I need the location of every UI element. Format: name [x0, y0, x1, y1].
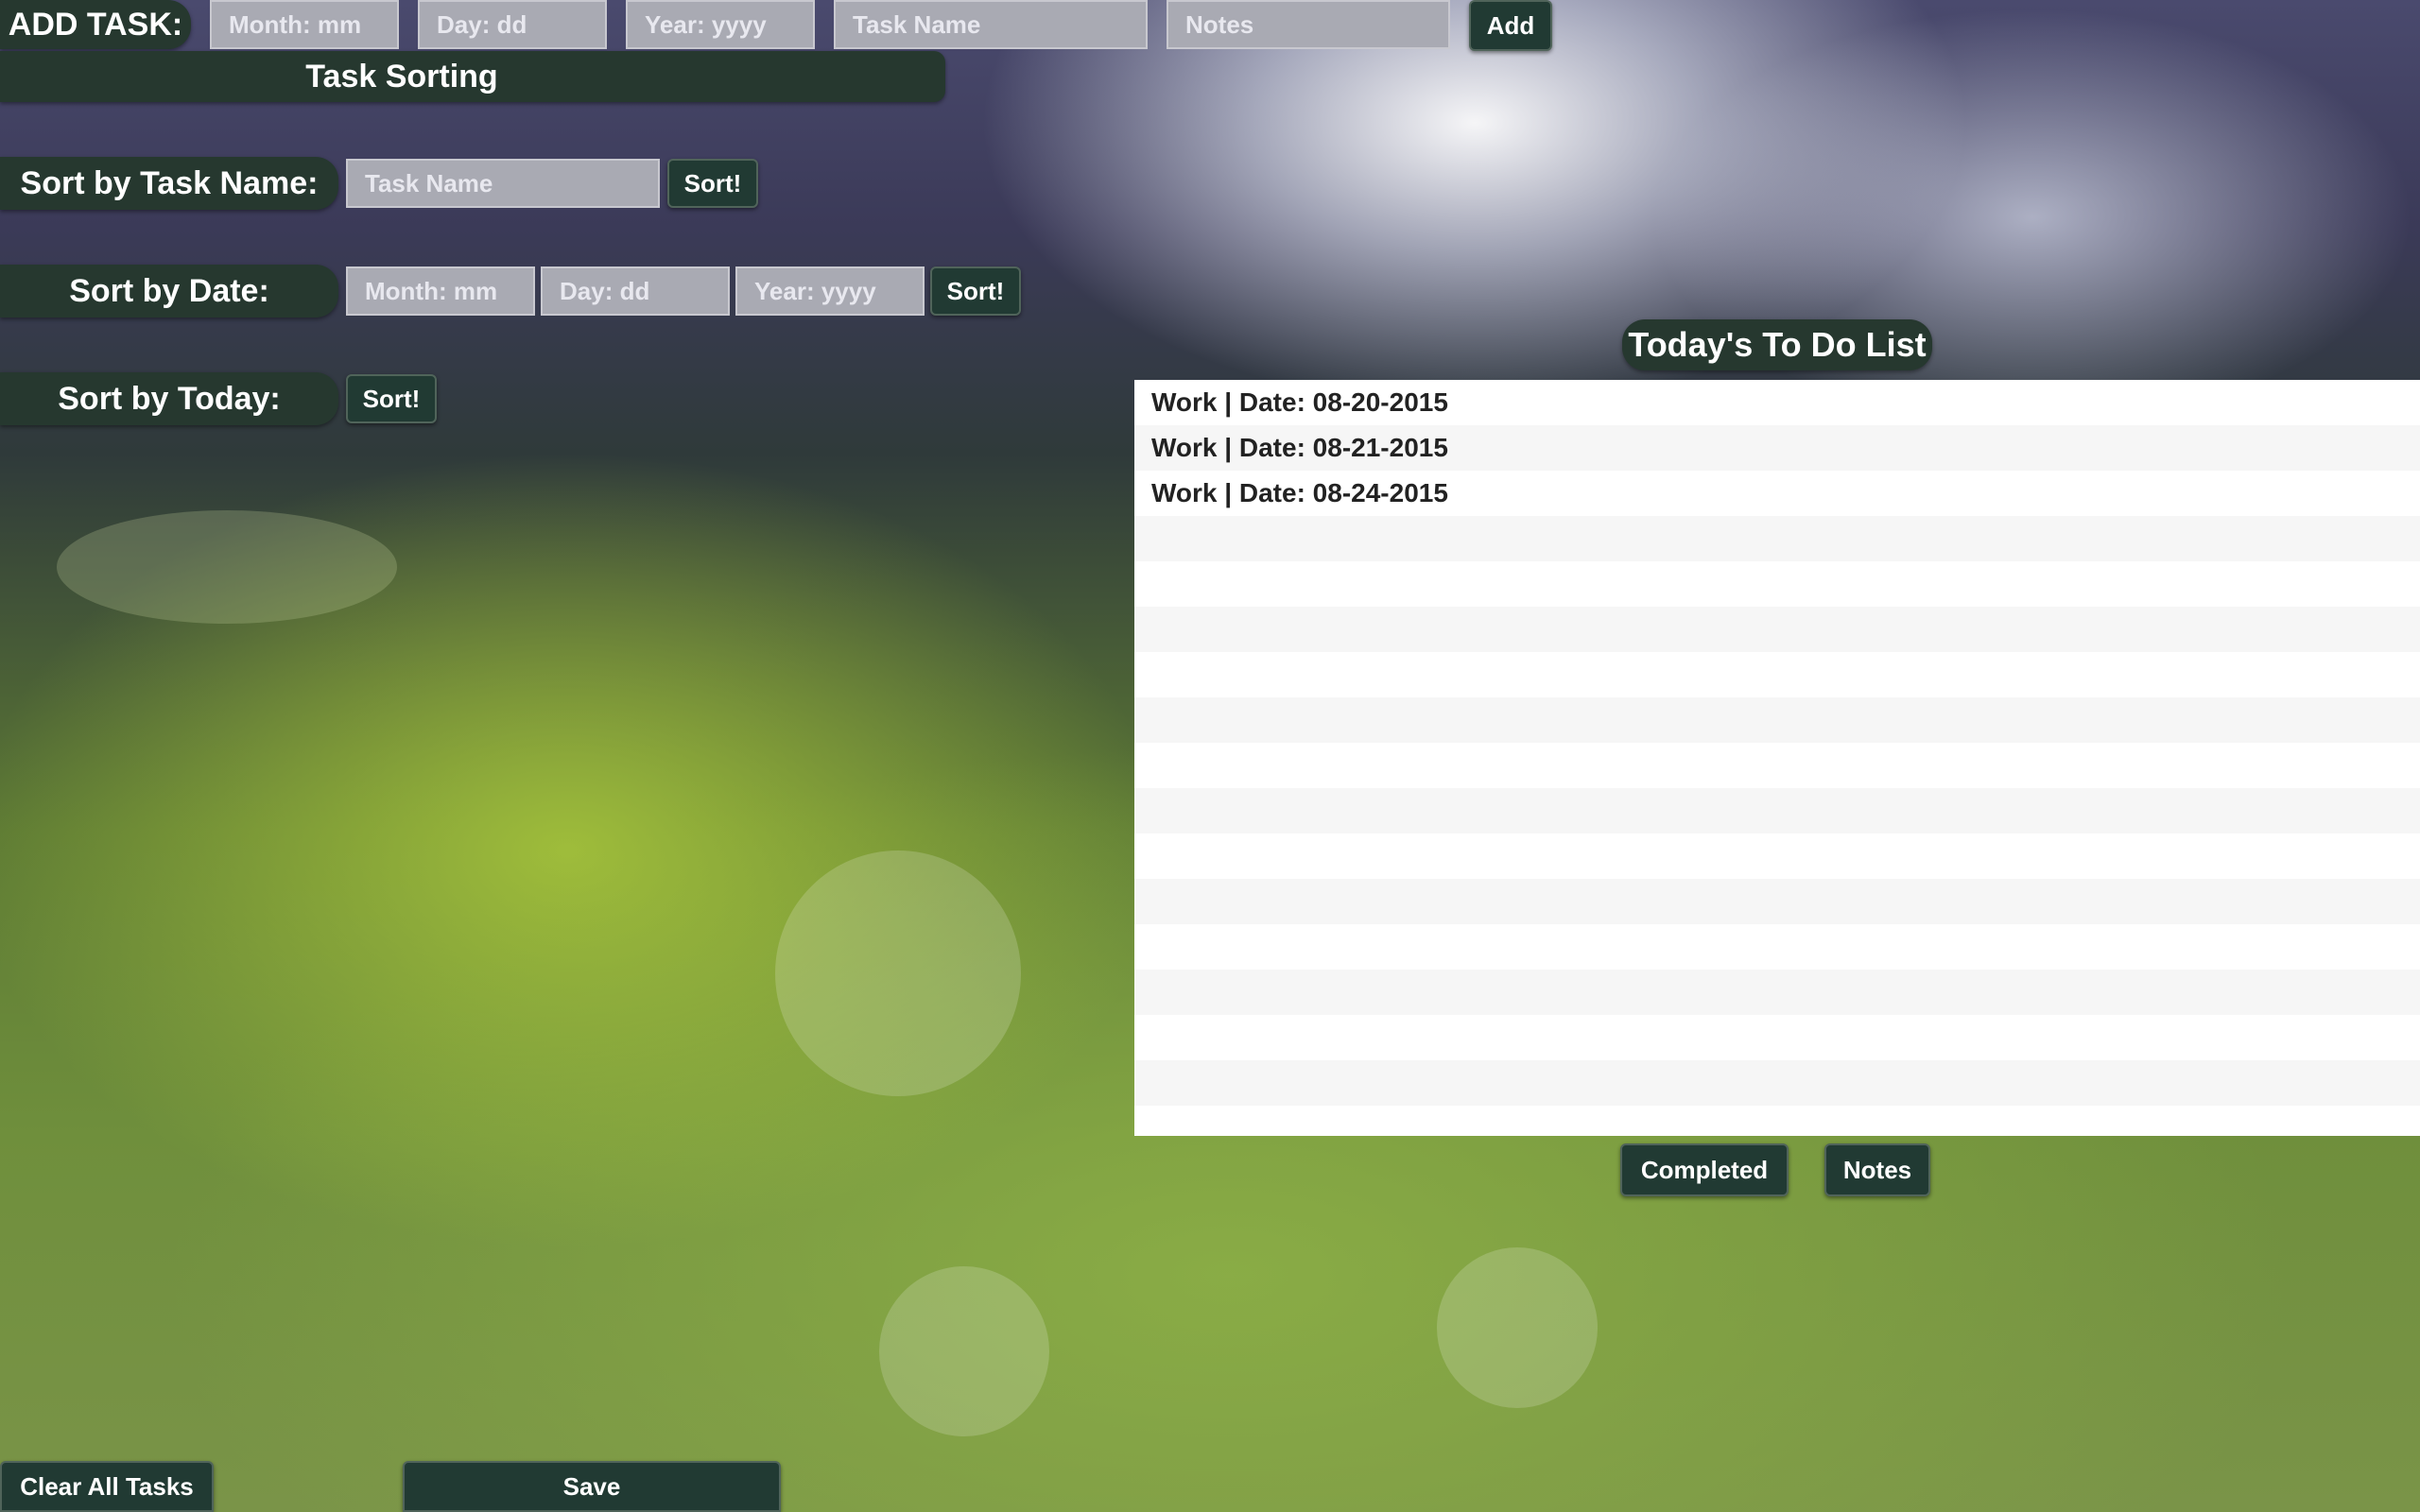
add-day-input[interactable]	[418, 0, 607, 49]
sort-task-name-input[interactable]	[346, 159, 660, 208]
sort-year-input[interactable]	[735, 266, 925, 316]
list-item[interactable]: Work | Date: 08-20-2015	[1134, 380, 2420, 425]
save-button[interactable]: Save	[403, 1461, 781, 1512]
list-item[interactable]	[1134, 607, 2420, 652]
clear-all-tasks-button[interactable]: Clear All Tasks	[0, 1461, 214, 1512]
sort-by-today-button[interactable]: Sort!	[346, 374, 437, 423]
todo-list-title: Today's To Do List	[1622, 319, 1932, 370]
background-bokeh	[879, 1266, 1049, 1436]
sort-day-input[interactable]	[541, 266, 730, 316]
todo-list-title-text: Today's To Do List	[1628, 325, 1927, 364]
sort-by-today-label: Sort by Today:	[0, 372, 338, 425]
list-item[interactable]	[1134, 697, 2420, 743]
sort-by-name-label-text: Sort by Task Name:	[20, 164, 319, 201]
add-task-name-input[interactable]	[834, 0, 1148, 49]
list-item[interactable]	[1134, 652, 2420, 697]
list-item[interactable]	[1134, 879, 2420, 924]
background-bokeh	[775, 850, 1021, 1096]
sort-by-today-label-text: Sort by Today:	[58, 380, 281, 417]
list-item[interactable]	[1134, 743, 2420, 788]
list-item[interactable]	[1134, 970, 2420, 1015]
list-item[interactable]	[1134, 1015, 2420, 1060]
list-item[interactable]	[1134, 833, 2420, 879]
list-item[interactable]	[1134, 561, 2420, 607]
background-bokeh	[57, 510, 397, 624]
sort-month-input[interactable]	[346, 266, 535, 316]
list-item[interactable]	[1134, 1106, 2420, 1136]
list-item[interactable]	[1134, 924, 2420, 970]
sort-by-name-label: Sort by Task Name:	[0, 157, 338, 210]
add-notes-input[interactable]	[1167, 0, 1450, 49]
completed-button[interactable]: Completed	[1620, 1143, 1789, 1196]
sort-by-name-button[interactable]: Sort!	[667, 159, 758, 208]
add-task-label-text: ADD TASK:	[8, 6, 183, 43]
list-item[interactable]: Work | Date: 08-24-2015	[1134, 471, 2420, 516]
task-sorting-header: Task Sorting	[0, 51, 945, 102]
list-item[interactable]	[1134, 788, 2420, 833]
add-button[interactable]: Add	[1469, 0, 1552, 51]
todo-list: Work | Date: 08-20-2015 Work | Date: 08-…	[1134, 380, 2420, 1136]
add-year-input[interactable]	[626, 0, 815, 49]
notes-button[interactable]: Notes	[1824, 1143, 1930, 1196]
sort-by-date-button[interactable]: Sort!	[930, 266, 1021, 316]
sort-by-date-label-text: Sort by Date:	[69, 272, 269, 309]
add-month-input[interactable]	[210, 0, 399, 49]
sort-by-date-label: Sort by Date:	[0, 265, 338, 318]
list-item[interactable]	[1134, 1060, 2420, 1106]
list-item[interactable]: Work | Date: 08-21-2015	[1134, 425, 2420, 471]
task-sorting-title: Task Sorting	[305, 58, 498, 94]
list-item[interactable]	[1134, 516, 2420, 561]
add-task-label: ADD TASK:	[0, 0, 191, 49]
background-bokeh	[1437, 1247, 1598, 1408]
